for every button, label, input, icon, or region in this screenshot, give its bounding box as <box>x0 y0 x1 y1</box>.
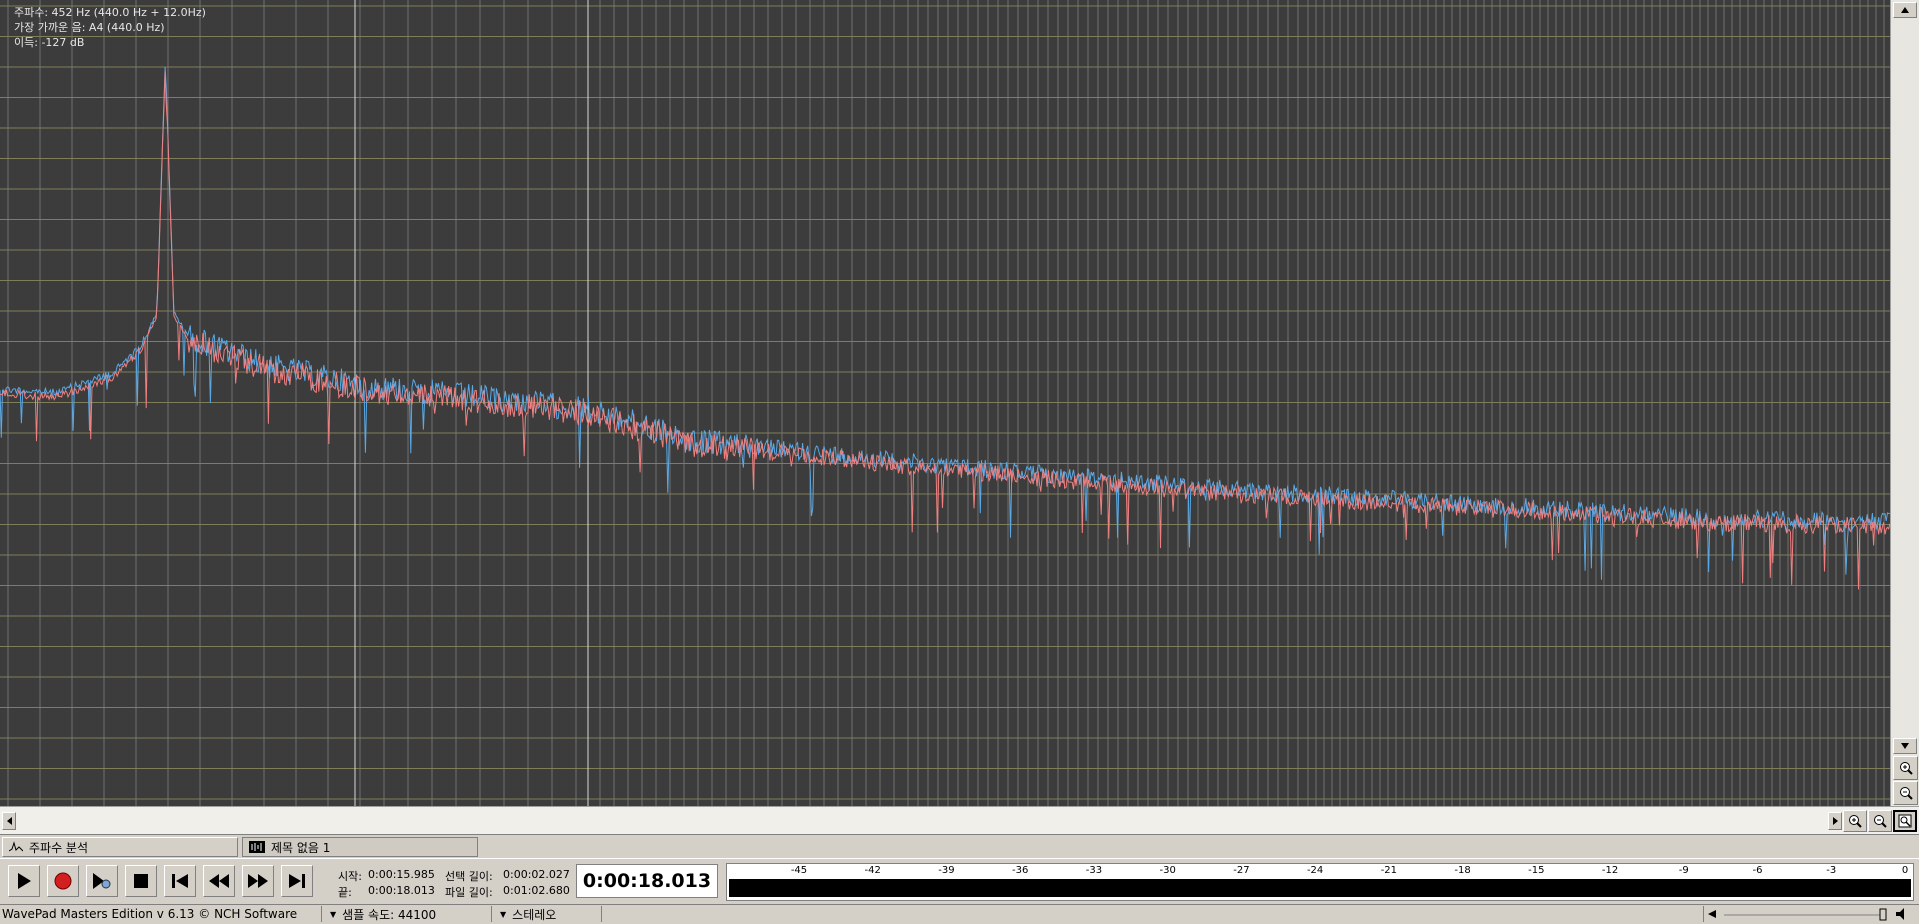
horizontal-zoom-in-button[interactable] <box>1843 810 1867 832</box>
record-button[interactable] <box>47 865 79 897</box>
selection-length-value: 0:00:02.027 <box>503 868 570 881</box>
horizontal-zoom-out-button[interactable] <box>1868 810 1892 832</box>
level-meter-tick: -45 <box>790 865 808 876</box>
nearest-note-readout: 가장 가까운 음: A4 (440.0 Hz) <box>14 21 165 34</box>
level-meter-tick: 0 <box>1901 865 1909 876</box>
sample-rate-dropdown[interactable]: ▼ 샘플 속도: 44100 <box>324 906 492 922</box>
level-meter-bar <box>729 879 1911 897</box>
zoom-full-button[interactable] <box>1893 810 1917 832</box>
rewind-button[interactable] <box>203 865 235 897</box>
play-button[interactable] <box>8 865 40 897</box>
channels-value: 스테레오 <box>512 907 557 922</box>
level-meter-tick: -9 <box>1678 865 1689 876</box>
file-length-value: 0:01:02.680 <box>503 884 570 897</box>
zoom-out-icon <box>1899 787 1913 800</box>
fast-forward-button[interactable] <box>242 865 274 897</box>
vertical-zoom-in-button[interactable] <box>1893 756 1918 780</box>
frequency-analysis-icon <box>9 841 23 852</box>
end-value: 0:00:18.013 <box>368 884 435 897</box>
frequency-readout: 주파수: 452 Hz (440.0 Hz + 12.0Hz) <box>14 6 206 19</box>
arrow-right-icon <box>1832 817 1838 825</box>
volume-slider-track <box>1708 908 1904 921</box>
level-meter-tick: -36 <box>1012 865 1029 876</box>
level-meter-tick: -15 <box>1528 865 1545 876</box>
scrub-play-button[interactable] <box>86 865 118 897</box>
dropdown-arrow-icon: ▼ <box>500 909 507 919</box>
tab-label: 제목 없음 1 <box>271 840 331 855</box>
skip-end-icon <box>289 874 305 888</box>
record-icon <box>54 872 72 890</box>
level-meter-tick: -33 <box>1085 865 1103 876</box>
skip-to-start-button[interactable] <box>164 865 196 897</box>
transport-bar: 시작: 0:00:15.985 끝: 0:00:18.013 선택 길이: 0:… <box>0 858 1919 905</box>
arrow-up-icon <box>1901 7 1909 13</box>
zoom-in-icon <box>1899 762 1913 775</box>
document-tabs: 주파수 분석 제목 없음 1 <box>0 834 1919 859</box>
end-label: 끝: <box>338 886 352 899</box>
scroll-left-button[interactable] <box>2 812 16 830</box>
volume-slider[interactable] <box>1708 907 1908 921</box>
fast-forward-icon <box>248 874 268 888</box>
arrow-down-icon <box>1901 743 1909 749</box>
level-meter-tick: -6 <box>1752 865 1763 876</box>
stop-icon <box>134 874 148 888</box>
play-icon <box>18 873 31 889</box>
arrow-left-icon <box>6 817 12 825</box>
spectrum-series-right <box>0 72 1890 590</box>
skip-start-icon <box>172 874 188 888</box>
scrub-icon <box>93 873 111 889</box>
scroll-up-button[interactable] <box>1893 2 1917 18</box>
status-message <box>604 906 1704 922</box>
scroll-down-button[interactable] <box>1893 738 1917 754</box>
channels-dropdown[interactable]: ▼ 스테레오 <box>494 906 602 922</box>
scroll-right-button[interactable] <box>1828 812 1842 830</box>
tab-frequency-analysis[interactable]: 주파수 분석 <box>2 837 238 857</box>
level-meter-tick: -27 <box>1233 865 1250 876</box>
volume-thumb <box>1879 908 1887 921</box>
vertical-scrollbar[interactable] <box>1890 0 1919 806</box>
volume-down-icon <box>1708 910 1716 918</box>
selection-length-label: 선택 길이: <box>445 870 493 883</box>
level-meter-tick: -12 <box>1601 865 1619 876</box>
level-meter: -45 -42 -39 -36 -33 -30 -27 -24 -21 -18 -15 -12 -9 -6… <box>726 863 1914 901</box>
vertical-zoom-out-button[interactable] <box>1893 781 1918 805</box>
sample-rate-value: 샘플 속도: 44100 <box>342 907 437 922</box>
start-label: 시작: <box>338 870 362 883</box>
tab-label: 주파수 분석 <box>29 840 89 855</box>
waveform-icon <box>249 841 265 853</box>
zoom-fit-icon <box>1898 814 1912 828</box>
zoom-out-icon <box>1874 815 1887 828</box>
horizontal-scrollbar[interactable] <box>0 806 1919 834</box>
app-title: WavePad Masters Edition v 6.13 © NCH Sof… <box>0 906 322 922</box>
level-meter-tick: -42 <box>864 865 881 876</box>
skip-to-end-button[interactable] <box>281 865 313 897</box>
current-time-display: 0:00:18.013 <box>576 864 718 898</box>
level-meter-tick: -21 <box>1380 865 1398 876</box>
status-bar: WavePad Masters Edition v 6.13 © NCH Sof… <box>0 904 1919 923</box>
start-value: 0:00:15.985 <box>368 868 435 881</box>
zoom-in-icon <box>1849 815 1862 828</box>
rewind-icon <box>209 874 229 888</box>
level-meter-tick: -18 <box>1454 865 1471 876</box>
stop-button[interactable] <box>125 865 157 897</box>
level-meter-tick: -39 <box>938 865 955 876</box>
spectrum-graph <box>0 0 1890 806</box>
gain-readout: 이득: -127 dB <box>14 36 85 49</box>
tab-untitled-1[interactable]: 제목 없음 1 <box>242 837 478 857</box>
level-meter-tick: -3 <box>1826 865 1837 876</box>
file-length-label: 파일 길이: <box>445 886 493 899</box>
level-meter-tick: -30 <box>1159 865 1176 876</box>
level-meter-tick: -24 <box>1306 865 1324 876</box>
spectrum-series-left <box>0 67 1890 580</box>
dropdown-arrow-icon: ▼ <box>330 909 337 919</box>
frequency-spectrum-plot[interactable]: 주파수: 452 Hz (440.0 Hz + 12.0Hz) 가장 가까운 음… <box>0 0 1890 806</box>
speaker-icon <box>1896 908 1904 920</box>
